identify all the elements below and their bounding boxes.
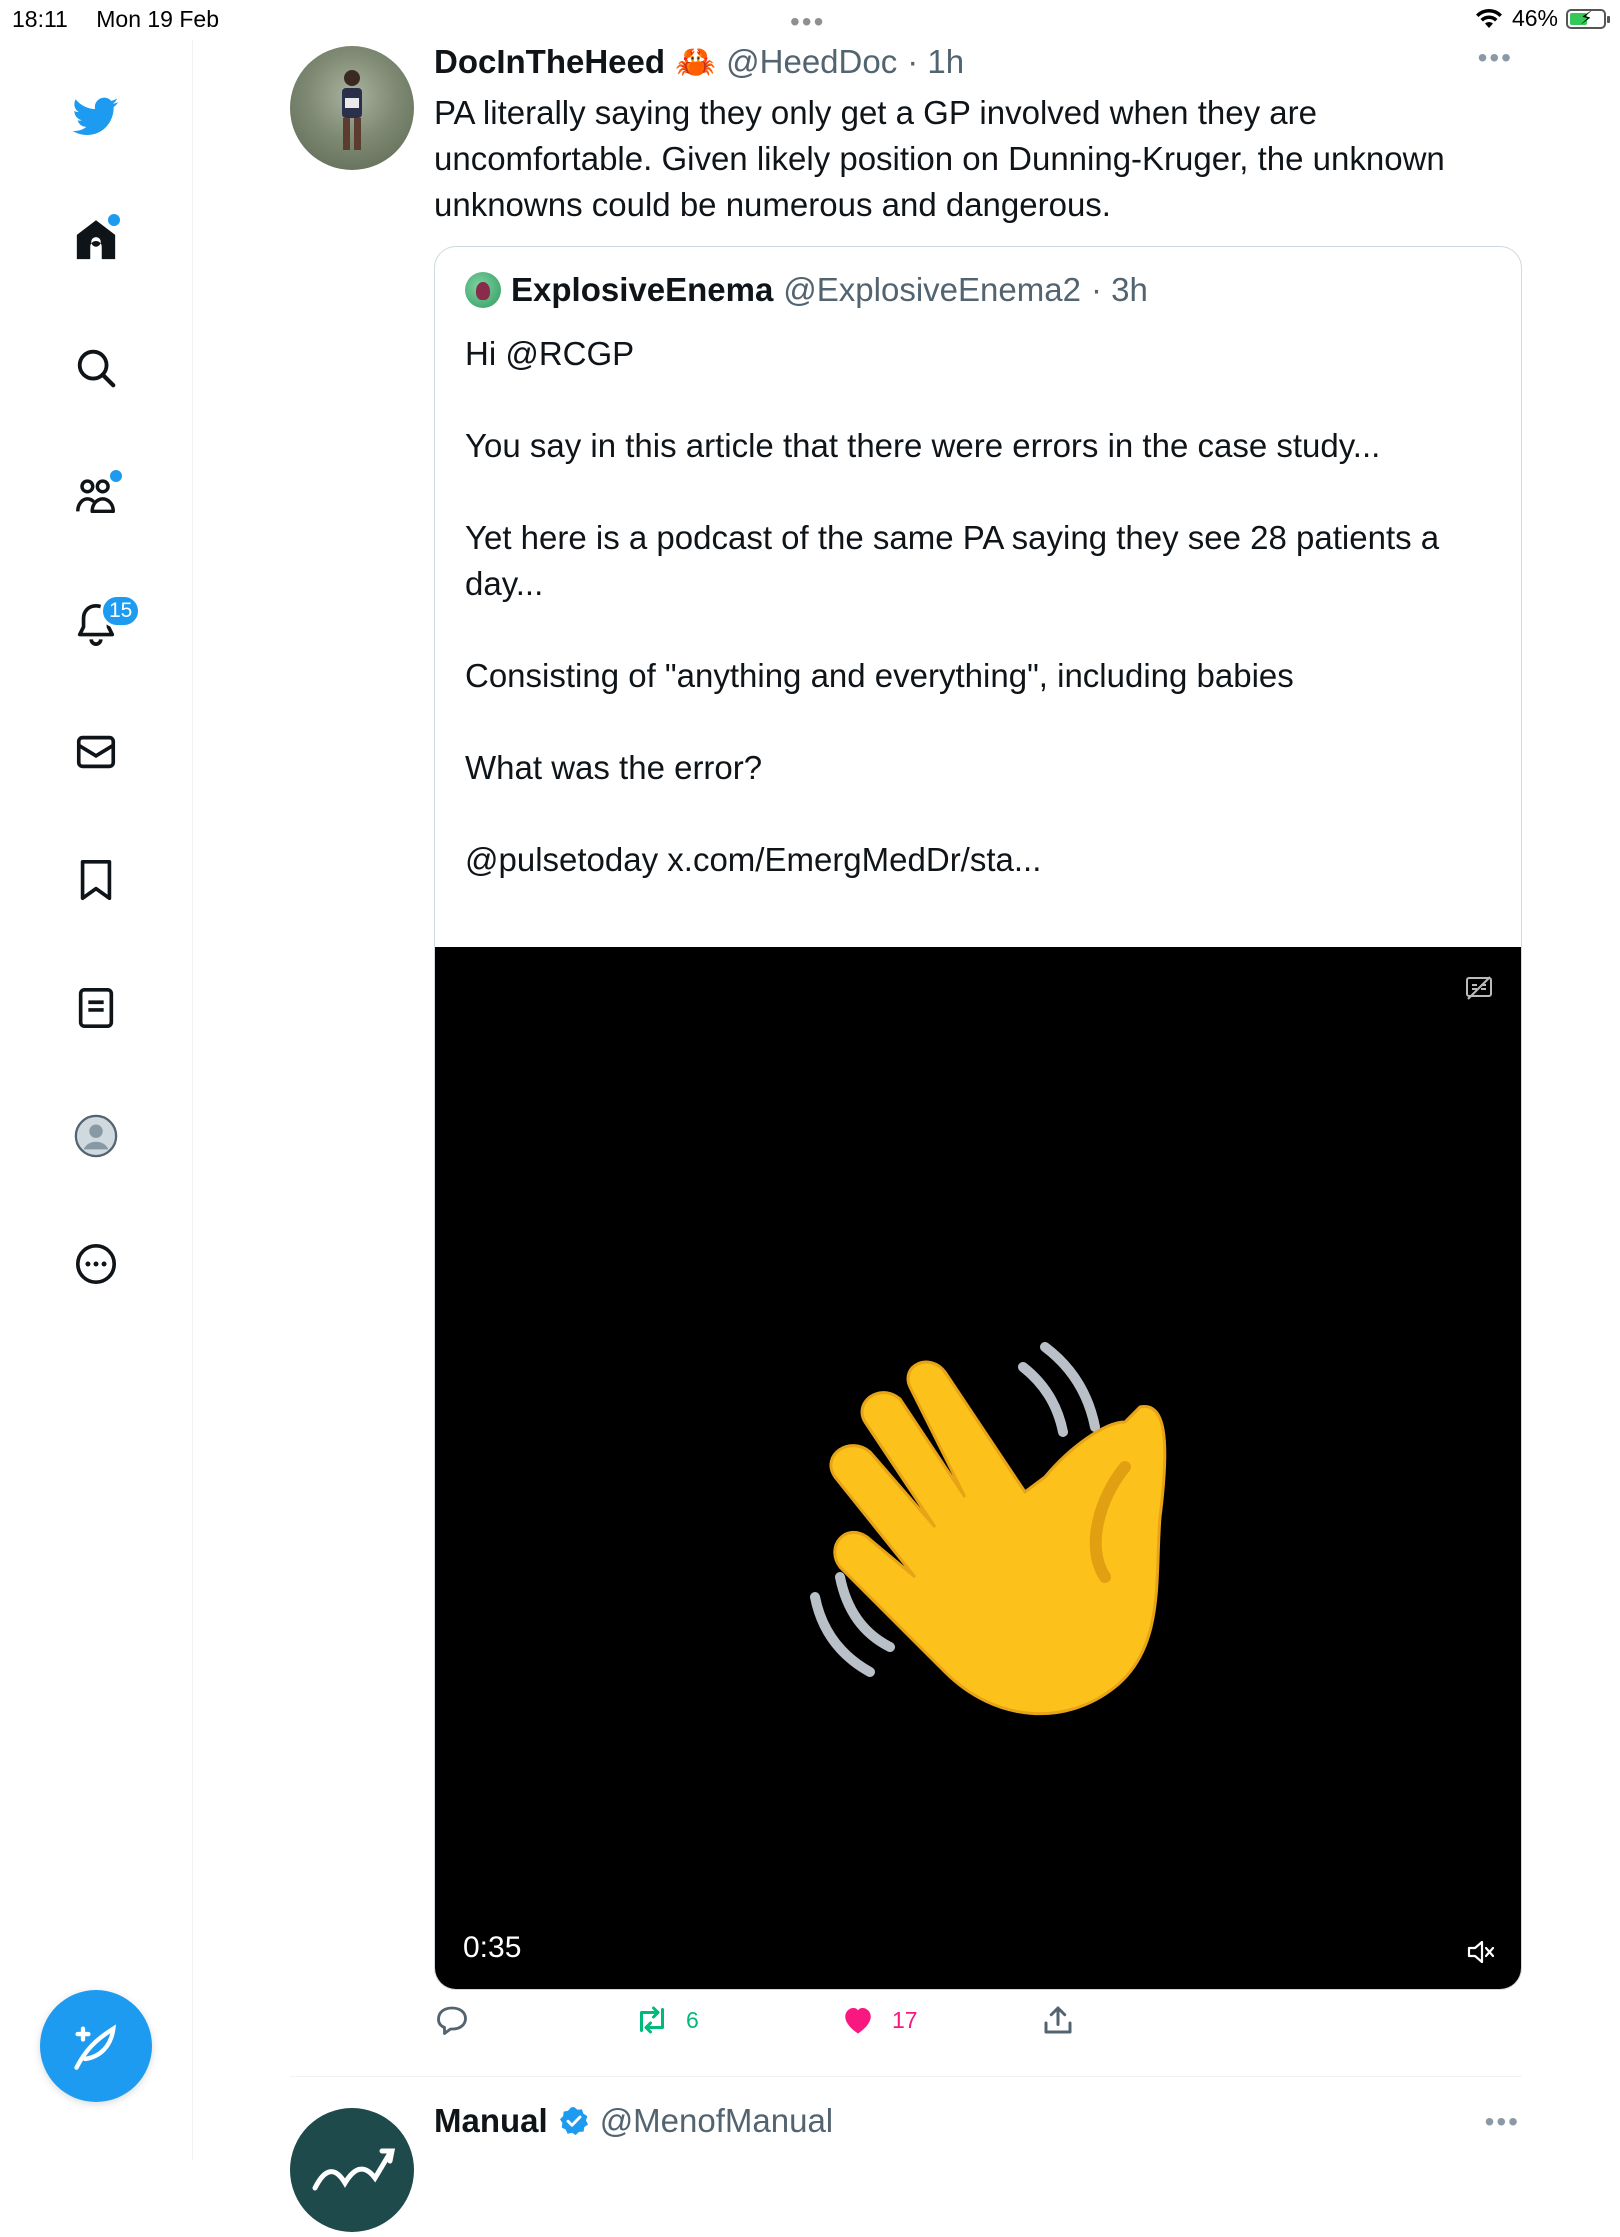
quoted-author-avatar[interactable]: [465, 272, 501, 308]
like-button[interactable]: 17: [840, 2002, 918, 2038]
twitter-logo[interactable]: [68, 88, 124, 144]
nav-home[interactable]: [68, 212, 124, 268]
avatar-icon: [74, 1114, 118, 1158]
reply-icon: [437, 2006, 467, 2035]
tweet-author-avatar[interactable]: [290, 46, 414, 170]
like-count: 17: [892, 2006, 918, 2033]
status-right: 46% ⚡: [1474, 5, 1610, 32]
next-tweet-more-button[interactable]: •••: [1485, 2106, 1520, 2138]
quote-line-links[interactable]: @pulsetoday x.com/EmergMedDr/sta...: [465, 837, 1495, 883]
envelope-icon: [76, 735, 116, 769]
search-icon: [77, 349, 116, 388]
tweet-more-button[interactable]: •••: [1478, 42, 1513, 74]
nav-profile[interactable]: [68, 1108, 124, 1164]
quoted-tweet[interactable]: ExplosiveEnema @ExplosiveEnema2 · 3h Hi …: [434, 246, 1522, 1990]
quoted-author-name: ExplosiveEnema: [511, 271, 774, 308]
retweet-icon: [640, 2006, 664, 2034]
tweet-author-name[interactable]: DocInTheHeed: [434, 43, 665, 81]
tweet-separator: [290, 2076, 1522, 2077]
communities-unread-dot: [108, 468, 124, 484]
share-button[interactable]: [1040, 2002, 1076, 2038]
more-circle-icon: [75, 1243, 117, 1285]
battery-icon: ⚡: [1566, 7, 1610, 29]
waving-hand-icon: [810, 1342, 1167, 1716]
multitasking-dots[interactable]: •••: [790, 6, 825, 38]
mute-icon[interactable]: [1463, 1935, 1497, 1969]
sidebar: 15: [0, 40, 193, 2160]
manual-logo-icon: [312, 2148, 396, 2191]
quoted-timestamp: · 3h: [1090, 271, 1148, 308]
nav-bookmarks[interactable]: [68, 852, 124, 908]
reply-button[interactable]: [434, 2002, 486, 2038]
status-left: 18:11 Mon 19 Feb: [12, 6, 241, 33]
quoted-tweet-header: ExplosiveEnema @ExplosiveEnema2 · 3h: [465, 271, 1148, 309]
share-icon: [1044, 2006, 1072, 2034]
next-tweet-header: Manual @MenofManual: [434, 2102, 833, 2140]
video-duration: 0:35: [463, 1931, 522, 1964]
next-tweet-author-handle[interactable]: @MenofManual: [600, 2102, 833, 2140]
tweet-timestamp[interactable]: · 1h: [907, 43, 964, 81]
quote-line: You say in this article that there were …: [465, 427, 1381, 464]
status-date: Mon 19 Feb: [96, 6, 219, 32]
runner-photo: [342, 70, 362, 150]
tweet-actions: 6 17: [434, 2002, 1522, 2052]
list-icon: [78, 987, 114, 1029]
home-unread-dot: [106, 212, 122, 228]
nav-messages[interactable]: [68, 724, 124, 780]
status-bar: 18:11 Mon 19 Feb ••• 46% ⚡: [0, 0, 1620, 40]
notifications-badge: 15: [100, 594, 142, 628]
wifi-icon: [1475, 8, 1502, 28]
nav-more[interactable]: [68, 1236, 124, 1292]
bookmark-icon: [80, 859, 112, 901]
quote-line: What was the error?: [465, 749, 763, 786]
heart-filled-icon: [845, 2008, 871, 2034]
video-player[interactable]: 0:35: [435, 947, 1521, 1989]
next-tweet-avatar[interactable]: [290, 2108, 414, 2232]
quote-line: Yet here is a podcast of the same PA say…: [465, 519, 1440, 602]
nav-explore[interactable]: [68, 340, 124, 396]
compose-feather-icon: [74, 2024, 117, 2070]
quoted-tweet-text: Hi @RCGP You say in this article that th…: [465, 331, 1495, 883]
crab-emoji-icon: 🦀: [675, 42, 717, 80]
quote-line: Consisting of "anything and everything",…: [465, 657, 1294, 694]
retweet-button[interactable]: 6: [634, 2002, 699, 2038]
battery-percent: 46%: [1511, 5, 1558, 31]
nav-lists[interactable]: [68, 980, 124, 1036]
verified-badge-icon: [559, 2107, 588, 2135]
tweet-header: DocInTheHeed 🦀 @HeedDoc · 1h: [434, 40, 964, 84]
tweet-text: PA literally saying they only get a GP i…: [434, 94, 1445, 223]
quote-line: Hi @RCGP: [465, 335, 635, 372]
next-tweet-author-name[interactable]: Manual: [434, 2102, 548, 2140]
status-time: 18:11: [12, 6, 68, 32]
retweet-count: 6: [686, 2006, 699, 2033]
quoted-author-handle: @ExplosiveEnema2: [783, 271, 1081, 308]
tweet-author-handle[interactable]: @HeedDoc: [726, 43, 897, 81]
compose-tweet-button[interactable]: [40, 1990, 152, 2102]
bird-icon: [73, 97, 119, 135]
captions-off-icon[interactable]: [1465, 975, 1493, 1001]
nav-communities[interactable]: [68, 468, 124, 524]
charging-bolt-icon: ⚡: [1580, 7, 1593, 28]
